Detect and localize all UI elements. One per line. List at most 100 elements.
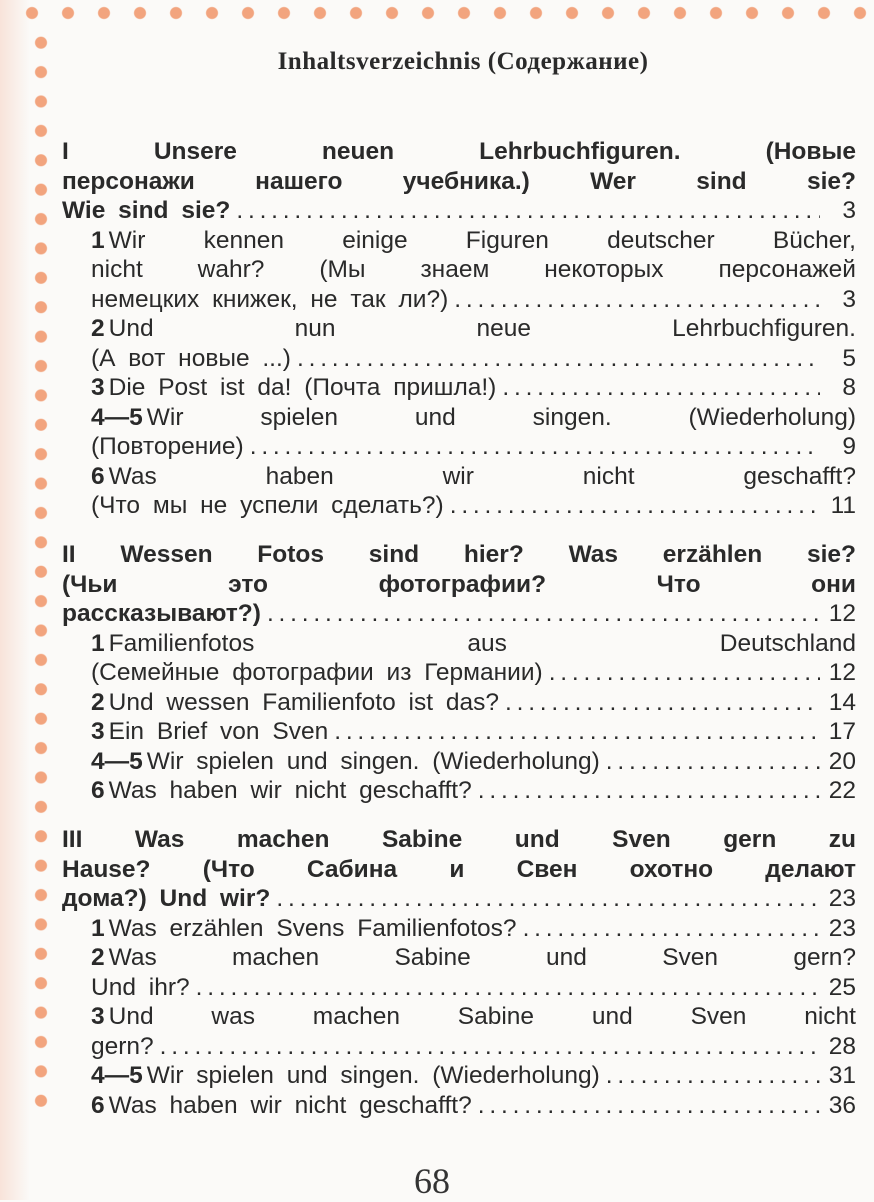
entry-line: 6 Was haben wir nicht geschafft? <box>91 462 856 492</box>
entry-text: II Wessen Fotos sind hier? Was erzählen … <box>62 541 856 568</box>
dot-leader <box>505 688 820 718</box>
entry-text: (Семейные фотографии из Германии) <box>91 659 543 686</box>
section-heading: II Wessen Fotos sind hier? Was erzählen … <box>62 540 856 629</box>
toc-entry: 4—5 Wir spielen und singen. (Wiederholung… <box>62 747 856 777</box>
toc-section: III Was machen Sabine und Sven gern zu Ha… <box>62 825 856 1120</box>
entry-text: (А вот новые ...) <box>91 344 291 372</box>
entry-text: Was haben wir nicht geschafft? <box>108 777 472 804</box>
entry-text: III Was machen Sabine und Sven gern zu <box>62 826 856 853</box>
entry-line: 3Ein Brief von Sven 17 <box>91 717 856 747</box>
dot-leader <box>276 884 820 914</box>
toc-entry: 2 Und nun neue Lehrbuchfiguren. (А вот нов… <box>62 314 856 373</box>
entry-line: рассказывают?) 12 <box>62 599 856 629</box>
entry-text: дома?) Und wir? <box>62 885 271 912</box>
toc-entry: 6Was haben wir nicht geschafft? 36 <box>62 1091 856 1121</box>
entry-text: персонажи нашего учебника.) Wer sind sie… <box>62 167 856 195</box>
entry-text: Wie sind sie? <box>62 197 231 224</box>
entry-line: III Was machen Sabine und Sven gern zu <box>62 825 856 855</box>
entry-line: 6Was haben wir nicht geschafft? 36 <box>91 1091 856 1121</box>
entry-text: (Чьи это фотографии? Что они <box>62 570 856 598</box>
entry-number: 6 <box>91 462 105 490</box>
dot-leader <box>250 432 820 462</box>
entry-line: 4—5 Wir spielen und singen. (Wiederholung… <box>91 747 856 777</box>
page-title: Inhaltsverzeichnis (Содержание) <box>277 48 649 75</box>
entry-page-number: 3 <box>842 285 856 313</box>
entry-line: II Wessen Fotos sind hier? Was erzählen … <box>62 540 856 570</box>
entry-text: Die Post ist da! (Почта пришла!) <box>108 374 497 401</box>
entry-number: 3 <box>91 374 105 401</box>
toc-section: II Wessen Fotos sind hier? Was erzählen … <box>62 540 856 806</box>
entry-page-number: 22 <box>828 777 856 804</box>
dot-leader <box>454 285 820 315</box>
dot-leader <box>267 599 820 629</box>
entry-text: Und wessen Familienfoto ist das? <box>108 688 499 716</box>
toc-entry: 1Was erzählen Svens Familienfotos? 23 <box>62 914 856 944</box>
entry-text: Und ihr? <box>91 973 190 1001</box>
entry-page-number: 12 <box>828 659 856 686</box>
entry-text: Und nun neue Lehrbuchfiguren. <box>108 315 856 342</box>
entry-text: I Unsere neuen Lehrbuchfiguren. (Новые <box>62 138 856 165</box>
entry-line: немецких книжек, не так ли?) 3 <box>91 285 856 315</box>
toc-entry: 2 Was machen Sabine und Sven gern? Und ihr… <box>62 943 856 1002</box>
entry-number: 1 <box>91 629 105 657</box>
dot-leader <box>160 1032 820 1062</box>
entry-page-number: 11 <box>830 492 856 519</box>
dot-leader <box>297 344 820 374</box>
entry-line: 4—5 Wir spielen und singen. (Wiederholung… <box>91 1061 856 1091</box>
toc-entry: 4—5 Wir spielen und singen. (Wiederholung… <box>62 1061 856 1091</box>
entry-page-number: 9 <box>842 433 856 460</box>
entry-line: 4—5 Wir spielen und singen. (Wiederholung… <box>91 403 856 433</box>
entry-line: Hause? (Что Сабина и Свен охотно делают <box>62 855 856 885</box>
entry-text: Wir spielen und singen. (Wiederholung) <box>146 1062 600 1089</box>
entry-text: nicht wahr? (Мы знаем некоторых персонаж… <box>91 256 856 283</box>
entry-line: 2Und wessen Familienfoto ist das? 14 <box>91 688 856 718</box>
dot-leader <box>502 373 820 403</box>
entry-page-number: 3 <box>842 197 856 224</box>
toc-entry: 3 Und was machen Sabine und Sven nicht ger… <box>62 1002 856 1061</box>
entry-text: (Что мы не успели сделать?) <box>91 492 444 519</box>
entry-page-number: 5 <box>842 344 856 372</box>
dot-leader <box>334 717 820 747</box>
toc-entry: 6Was haben wir nicht geschafft? 22 <box>62 776 856 806</box>
entry-text: Hause? (Что Сабина и Свен охотно делают <box>62 855 856 883</box>
toc-entry: 1 Wir kennen einige Figuren deutscher Büc… <box>62 226 856 315</box>
entry-line: Wie sind sie? 3 <box>62 196 856 226</box>
entry-line: 2 Was machen Sabine und Sven gern? <box>91 943 856 973</box>
toc-entry: 1 Familienfotos aus Deutschland (Семейные … <box>62 629 856 688</box>
entry-number: 4—5 <box>91 1062 143 1089</box>
table-of-contents: I Unsere neuen Lehrbuchfiguren. (Новые пе… <box>62 137 856 1140</box>
entry-page-number: 20 <box>828 747 856 775</box>
entry-page-number: 17 <box>828 718 856 745</box>
entry-line: (Что мы не успели сделать?) 11 <box>91 491 856 521</box>
section-heading: I Unsere neuen Lehrbuchfiguren. (Новые пе… <box>62 137 856 226</box>
entry-line: 2 Und nun neue Lehrbuchfiguren. <box>91 314 856 344</box>
dot-leader <box>606 1061 820 1091</box>
dot-leader <box>478 1091 820 1121</box>
entry-line: gern? 28 <box>91 1032 856 1062</box>
entry-line: 3 Und was machen Sabine und Sven nicht <box>91 1002 856 1032</box>
entry-line: 1Was erzählen Svens Familienfotos? 23 <box>91 914 856 944</box>
toc-entry: 3Ein Brief von Sven 17 <box>62 717 856 747</box>
entry-line: Und ihr? 25 <box>91 973 856 1003</box>
entry-text: gern? <box>91 1032 154 1060</box>
page-edge-shadow <box>0 0 30 1200</box>
dot-leader <box>236 196 820 226</box>
entry-number: 2 <box>91 315 105 342</box>
entry-text: Ein Brief von Sven <box>108 718 329 745</box>
entry-text: Was erzählen Svens Familienfotos? <box>108 914 517 942</box>
entry-line: 1 Familienfotos aus Deutschland <box>91 629 856 659</box>
dot-leader <box>478 776 820 806</box>
entry-text: рассказывают?) <box>62 600 261 627</box>
entry-text: (Повторение) <box>91 433 244 460</box>
toc-entry: 3Die Post ist da! (Почта пришла!) 8 <box>62 373 856 403</box>
entry-number: 6 <box>91 777 105 804</box>
entry-number: 2 <box>91 944 105 971</box>
entry-number: 1 <box>91 914 105 942</box>
entry-page-number: 8 <box>842 374 856 401</box>
entry-text: Und was machen Sabine und Sven nicht <box>108 1003 856 1030</box>
entry-text: Wir spielen und singen. (Wiederholung) <box>146 403 856 431</box>
page-number: 68 <box>414 1161 450 1201</box>
entry-line: nicht wahr? (Мы знаем некоторых персонаж… <box>91 255 856 285</box>
entry-text: немецких книжек, не так ли?) <box>91 285 449 313</box>
entry-text: Wir spielen und singen. (Wiederholung) <box>146 747 600 775</box>
